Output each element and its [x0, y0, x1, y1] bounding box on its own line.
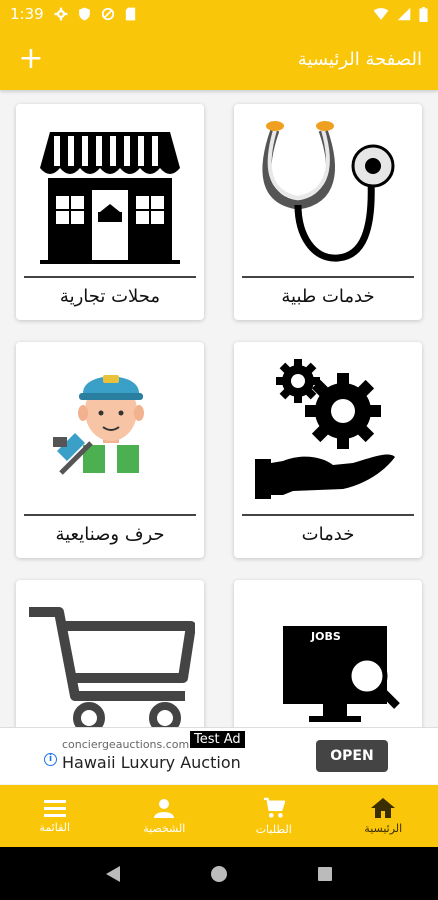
gear-icon — [54, 7, 68, 21]
info-icon[interactable]: i — [44, 753, 57, 766]
circle-icon — [211, 865, 227, 882]
shield-icon — [78, 7, 90, 21]
category-label: خدمات — [301, 524, 355, 545]
wifi-icon — [373, 8, 389, 20]
menu-icon — [43, 799, 66, 817]
nav-label: الشخصية — [143, 821, 186, 835]
home-icon — [371, 797, 396, 818]
square-icon — [318, 866, 332, 881]
category-card-services[interactable]: خدمات — [234, 342, 422, 558]
add-button[interactable]: + — [16, 44, 46, 74]
ad-tag: Test Ad — [190, 731, 245, 748]
category-card-shopping[interactable] — [16, 580, 204, 727]
data-saver-icon — [101, 7, 114, 21]
battery-icon — [419, 6, 428, 22]
recents-button[interactable] — [305, 854, 345, 894]
system-nav-bar — [0, 847, 438, 900]
nav-item-profile[interactable]: الشخصية — [110, 785, 220, 847]
nav-label: القائمة — [39, 820, 71, 834]
category-card-jobs[interactable]: JOBS — [234, 580, 422, 727]
ad-open-button[interactable]: OPEN — [316, 740, 388, 772]
jobs-monitor-icon: JOBS — [283, 626, 400, 722]
page-title: الصفحة الرئيسية — [297, 48, 422, 70]
stethoscope-icon — [262, 121, 395, 262]
ad-banner[interactable]: i conciergeauctions.com Test Ad Hawaii L… — [0, 727, 438, 784]
category-card-medical[interactable]: خدمات طبية — [234, 104, 422, 320]
nav-item-home[interactable]: الرئيسية — [329, 785, 438, 847]
category-grid: خدمات طبية محلات تجارية خدمات حرف وصنايع… — [0, 90, 438, 727]
app-bar: + الصفحة الرئيسية — [0, 28, 438, 90]
status-time: 1:39 — [10, 5, 44, 23]
category-label: خدمات طبية — [281, 286, 375, 307]
category-card-crafts[interactable]: حرف وصنايعية — [16, 342, 204, 558]
person-icon — [154, 798, 175, 818]
back-icon — [106, 865, 120, 882]
category-label: حرف وصنايعية — [55, 524, 165, 545]
gears-hand-icon — [255, 359, 395, 499]
ad-url: conciergeauctions.com — [62, 738, 190, 751]
jobs-screen-text: JOBS — [310, 630, 341, 643]
nav-label: الطلبات — [255, 822, 292, 836]
cart-icon — [263, 797, 285, 818]
store-icon — [40, 132, 180, 264]
sd-card-icon — [125, 7, 135, 21]
nav-item-orders[interactable]: الطلبات — [219, 785, 329, 847]
nav-item-menu[interactable]: القائمة — [0, 785, 110, 847]
category-card-stores[interactable]: محلات تجارية — [16, 104, 204, 320]
back-button[interactable] — [93, 854, 133, 894]
bottom-nav: القائمة الشخصية الطلبات الرئيسية — [0, 785, 438, 847]
status-bar: 1:39 — [0, 0, 438, 28]
worker-icon — [53, 375, 144, 475]
signal-icon — [397, 7, 411, 21]
ad-title: Hawaii Luxury Auction — [62, 753, 241, 772]
category-label: محلات تجارية — [59, 286, 161, 307]
home-system-button[interactable] — [199, 854, 239, 894]
shopping-cart-icon — [29, 607, 195, 727]
nav-label: الرئيسية — [364, 821, 403, 835]
